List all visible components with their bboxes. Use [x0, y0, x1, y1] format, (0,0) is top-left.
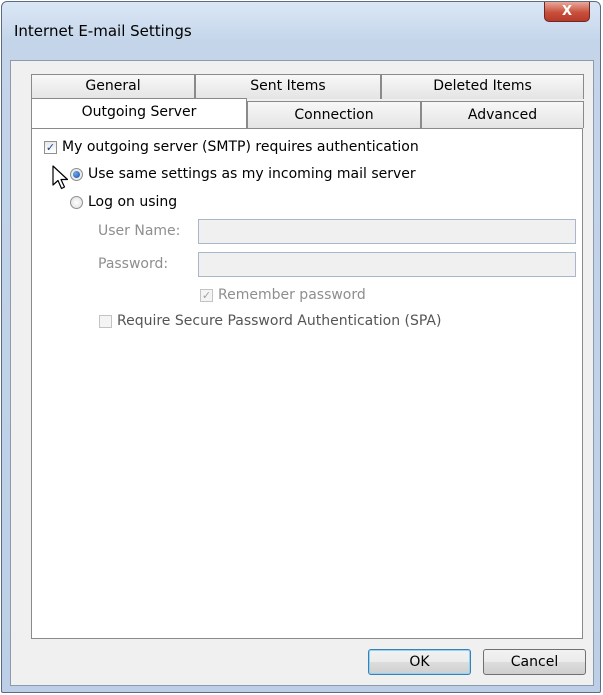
- close-icon: X: [561, 4, 573, 19]
- spa-checkbox[interactable]: [99, 314, 112, 328]
- log-on-using-row[interactable]: Log on using: [70, 194, 177, 210]
- password-field[interactable]: [198, 252, 576, 277]
- window-title: Internet E-mail Settings: [14, 22, 192, 40]
- tab-deleted-items[interactable]: Deleted Items: [381, 74, 584, 99]
- ok-button[interactable]: OK: [368, 649, 471, 675]
- password-label: Password:: [98, 256, 169, 272]
- remember-password-row[interactable]: ✓ Remember password: [200, 287, 366, 303]
- requires-auth-row[interactable]: ✓ My outgoing server (SMTP) requires aut…: [44, 139, 419, 155]
- check-icon: ✓: [45, 140, 56, 154]
- dialog-window: Internet E-mail Settings X General Sent …: [1, 1, 601, 693]
- same-settings-label: Use same settings as my incoming mail se…: [88, 166, 416, 182]
- requires-auth-label: My outgoing server (SMTP) requires authe…: [62, 139, 419, 155]
- tab-strip: General Sent Items Deleted Items Outgoin…: [11, 61, 593, 131]
- mouse-pointer-icon: [52, 165, 69, 190]
- tab-advanced[interactable]: Advanced: [421, 101, 584, 128]
- tab-sent-items[interactable]: Sent Items: [195, 74, 381, 99]
- cancel-button[interactable]: Cancel: [483, 649, 586, 675]
- tab-connection[interactable]: Connection: [247, 101, 421, 128]
- user-name-field[interactable]: [198, 219, 576, 244]
- dialog-client-area: General Sent Items Deleted Items Outgoin…: [10, 60, 594, 686]
- spa-row[interactable]: Require Secure Password Authentication (…: [99, 313, 441, 329]
- same-settings-radio[interactable]: [70, 167, 83, 181]
- remember-password-checkbox[interactable]: ✓: [200, 288, 213, 302]
- outgoing-server-panel: ✓ My outgoing server (SMTP) requires aut…: [31, 128, 583, 639]
- remember-password-label: Remember password: [218, 287, 366, 303]
- radio-selected-dot: [73, 170, 80, 178]
- user-name-label: User Name:: [98, 223, 181, 239]
- requires-auth-checkbox[interactable]: ✓: [44, 140, 57, 154]
- log-on-using-radio[interactable]: [70, 195, 83, 209]
- spa-label: Require Secure Password Authentication (…: [117, 313, 442, 329]
- close-button[interactable]: X: [544, 2, 590, 22]
- tab-general[interactable]: General: [31, 74, 195, 99]
- log-on-using-label: Log on using: [88, 194, 178, 210]
- same-settings-row[interactable]: Use same settings as my incoming mail se…: [70, 166, 416, 182]
- tab-outgoing-server[interactable]: Outgoing Server: [31, 98, 247, 128]
- check-icon: ✓: [201, 288, 212, 302]
